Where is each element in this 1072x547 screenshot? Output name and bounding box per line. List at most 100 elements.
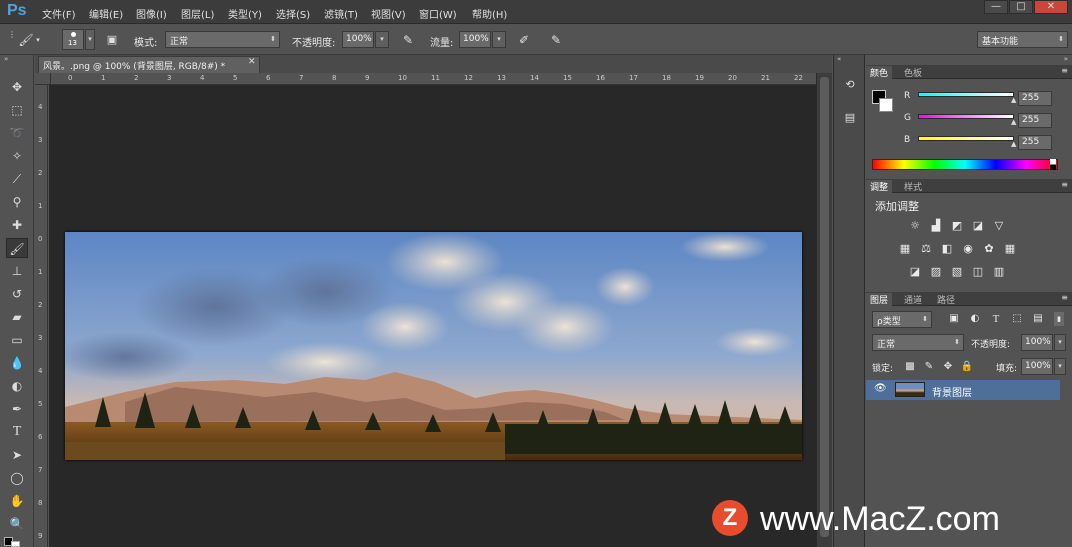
menu-select[interactable]: 选择(S): [276, 6, 310, 21]
panel-menu-icon[interactable]: ≡: [1061, 293, 1068, 302]
mode-select[interactable]: 正常 ⬍: [165, 31, 280, 48]
dodge-tool-icon[interactable]: ◐: [6, 376, 28, 396]
fill-input[interactable]: 100%: [1021, 358, 1053, 375]
menu-image[interactable]: 图像(I): [136, 6, 167, 21]
opacity-dropdown[interactable]: ▾: [375, 31, 389, 48]
lasso-tool-icon[interactable]: ➰: [6, 123, 28, 143]
b-slider[interactable]: [918, 136, 1014, 141]
color-spectrum-bar[interactable]: [872, 159, 1058, 170]
layer-filter-select[interactable]: ρ类型 ⬍: [872, 311, 932, 328]
menu-view[interactable]: 视图(V): [371, 6, 406, 21]
curves-icon[interactable]: ◩: [949, 219, 965, 233]
type-tool-icon[interactable]: T: [6, 422, 28, 442]
fill-dropdown[interactable]: ▾: [1054, 358, 1066, 375]
brush-size-picker[interactable]: 13: [62, 29, 84, 50]
vertical-scrollbar[interactable]: [816, 73, 832, 547]
flow-dropdown[interactable]: ▾: [492, 31, 506, 48]
brush-tool-preset-icon[interactable]: 🖌: [18, 32, 34, 48]
workspace-select[interactable]: 基本功能 ⬍: [977, 31, 1068, 48]
layer-opacity-dropdown[interactable]: ▾: [1054, 334, 1066, 351]
flow-input[interactable]: 100%: [459, 31, 491, 48]
black-white-icon[interactable]: ◧: [939, 242, 955, 256]
document-tab[interactable]: 风景。.png @ 100% (背景图层, RGB/8#) *: [38, 56, 260, 73]
color-balance-icon[interactable]: ⚖: [918, 242, 934, 256]
menu-edit[interactable]: 编辑(E): [89, 6, 123, 21]
close-document-icon[interactable]: ✕: [248, 57, 256, 67]
properties-panel-icon[interactable]: ▤: [839, 108, 861, 128]
pressure-opacity-icon[interactable]: ✎: [400, 32, 416, 48]
menu-type[interactable]: 类型(Y): [228, 6, 262, 21]
filter-toggle[interactable]: ▮: [1054, 312, 1064, 326]
pressure-size-icon[interactable]: ✎: [548, 32, 564, 48]
threshold-icon[interactable]: ▧: [949, 265, 965, 279]
tab-layers[interactable]: 图层: [866, 293, 893, 306]
filter-smart-object-icon[interactable]: ▤: [1030, 312, 1046, 326]
layer-opacity-input[interactable]: 100%: [1021, 334, 1053, 351]
panel-menu-icon[interactable]: ≡: [1061, 66, 1068, 75]
healing-brush-tool-icon[interactable]: ✚: [6, 215, 28, 235]
vibrance-icon[interactable]: ▽: [991, 219, 1007, 233]
background-color-swatch[interactable]: [11, 541, 20, 547]
ruler-origin[interactable]: [35, 73, 51, 85]
gradient-map-icon[interactable]: ▥: [991, 265, 1007, 279]
minimize-button[interactable]: —: [984, 0, 1008, 14]
g-slider[interactable]: [918, 114, 1014, 119]
eraser-tool-icon[interactable]: ▰: [6, 307, 28, 327]
zoom-tool-icon[interactable]: 🔍: [6, 514, 28, 534]
brush-tool-icon[interactable]: 🖌: [6, 238, 28, 258]
collapse-arrows-icon[interactable]: »: [4, 55, 8, 63]
r-slider[interactable]: [918, 92, 1014, 97]
collapse-arrows-icon[interactable]: »: [1064, 55, 1068, 63]
color-lookup-icon[interactable]: ▦: [1002, 242, 1018, 256]
hand-tool-icon[interactable]: ✋: [6, 491, 28, 511]
menu-file[interactable]: 文件(F): [42, 6, 76, 21]
selective-color-icon[interactable]: ◫: [970, 265, 986, 279]
photo-filter-icon[interactable]: ◉: [960, 242, 976, 256]
brush-panel-icon[interactable]: ▣: [104, 32, 120, 48]
menu-filter[interactable]: 滤镜(T): [324, 6, 358, 21]
blur-tool-icon[interactable]: 💧: [6, 353, 28, 373]
tab-color[interactable]: 颜色: [866, 66, 893, 79]
filter-type-icon[interactable]: T: [988, 312, 1004, 326]
lock-all-icon[interactable]: 🔒: [960, 360, 974, 374]
eyedropper-tool-icon[interactable]: ⚲: [6, 192, 28, 212]
close-window-button[interactable]: ✕: [1034, 0, 1068, 14]
slider-thumb-icon[interactable]: ▲: [1011, 96, 1016, 104]
background-color-swatch[interactable]: [879, 98, 893, 112]
ellipse-tool-icon[interactable]: ◯: [6, 468, 28, 488]
tab-swatches[interactable]: 色板: [900, 66, 926, 79]
scrollbar-thumb[interactable]: [820, 77, 829, 537]
layer-row[interactable]: 👁 背景图层: [866, 380, 1060, 400]
slider-thumb-icon[interactable]: ▲: [1011, 140, 1016, 148]
history-panel-icon[interactable]: ⟲: [839, 75, 861, 95]
exposure-icon[interactable]: ◪: [970, 219, 986, 233]
tab-channels[interactable]: 通道: [900, 293, 926, 306]
quick-select-tool-icon[interactable]: ✧: [6, 146, 28, 166]
menu-help[interactable]: 帮助(H): [472, 6, 507, 21]
b-value[interactable]: 255: [1018, 135, 1052, 150]
move-tool-icon[interactable]: ✥: [6, 77, 28, 97]
filter-shape-icon[interactable]: ⬚: [1009, 312, 1025, 326]
black-white-swatch[interactable]: [1050, 159, 1056, 170]
panel-menu-icon[interactable]: ≡: [1061, 180, 1068, 189]
g-value[interactable]: 255: [1018, 113, 1052, 128]
menu-window[interactable]: 窗口(W): [419, 6, 457, 21]
pen-tool-icon[interactable]: ✒: [6, 399, 28, 419]
lock-image-icon[interactable]: ✎: [922, 360, 936, 374]
slider-thumb-icon[interactable]: ▲: [1011, 118, 1016, 126]
clone-stamp-tool-icon[interactable]: ⊥: [6, 261, 28, 281]
lock-position-icon[interactable]: ✥: [941, 360, 955, 374]
r-value[interactable]: 255: [1018, 91, 1052, 106]
channel-mixer-icon[interactable]: ✿: [981, 242, 997, 256]
maximize-button[interactable]: □: [1009, 0, 1033, 14]
hue-saturation-icon[interactable]: ▦: [897, 242, 913, 256]
menu-layer[interactable]: 图层(L): [181, 6, 214, 21]
tab-styles[interactable]: 样式: [900, 180, 926, 193]
collapse-arrows-icon[interactable]: «: [837, 55, 841, 63]
chevron-down-icon[interactable]: ▾: [34, 32, 42, 48]
invert-icon[interactable]: ◪: [907, 265, 923, 279]
blend-mode-select[interactable]: 正常 ⬍: [872, 334, 964, 351]
marquee-tool-icon[interactable]: ⬚: [6, 100, 28, 120]
gradient-tool-icon[interactable]: ▭: [6, 330, 28, 350]
tab-adjustments[interactable]: 调整: [866, 180, 893, 193]
